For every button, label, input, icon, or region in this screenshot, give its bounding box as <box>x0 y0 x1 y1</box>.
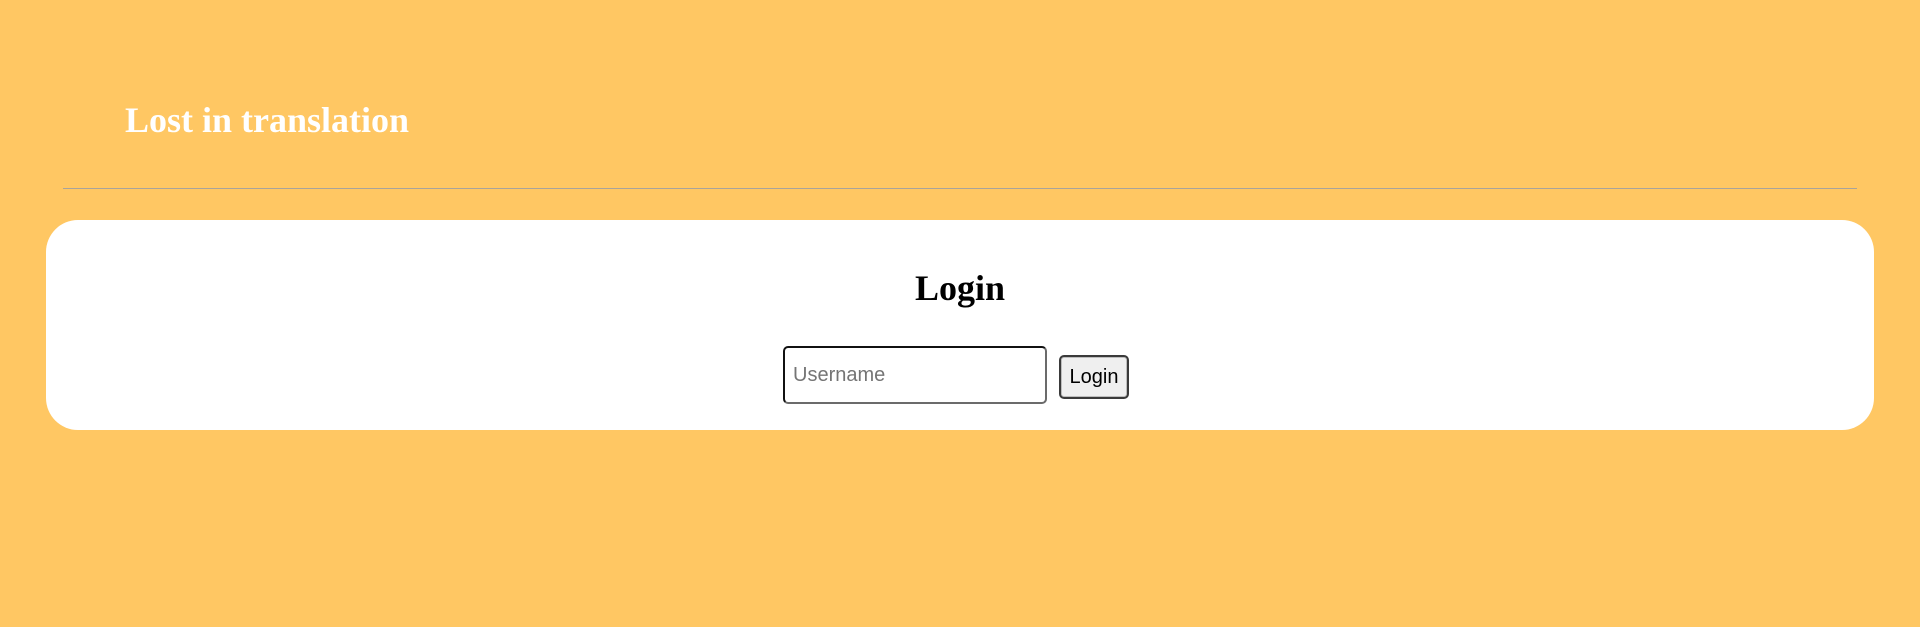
login-button[interactable]: Login <box>1059 355 1129 399</box>
login-heading: Login <box>914 268 1006 308</box>
login-form: Login <box>783 346 1143 404</box>
app-header: Lost in translation <box>0 0 1920 190</box>
username-input[interactable] <box>783 346 1047 404</box>
app-title: Lost in translation <box>125 100 410 140</box>
header-divider <box>63 188 1857 189</box>
